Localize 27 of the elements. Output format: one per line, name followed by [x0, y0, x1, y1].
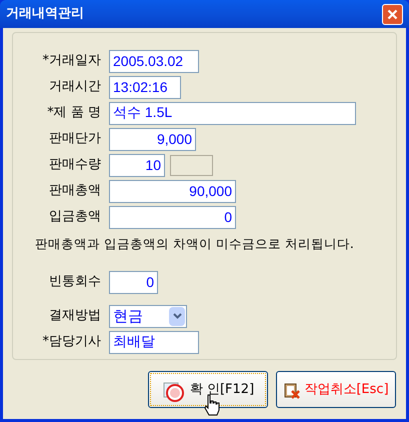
field-label: 거래시간	[48, 78, 101, 96]
text-field[interactable]: 10	[109, 154, 165, 176]
text-field[interactable]: 0	[109, 206, 236, 228]
field-label: *제 품 명	[46, 104, 101, 122]
field-label: *거래일자	[42, 52, 101, 70]
field-label: 판매수량	[48, 156, 101, 174]
field-label: *담당기사	[42, 333, 101, 352]
title-bar: 거래내역관리	[0, 0, 409, 28]
hand-cursor-icon	[204, 394, 220, 416]
text-field[interactable]: 석수 1.5L	[109, 102, 356, 124]
field-label: 결재방법	[48, 307, 101, 326]
text-field[interactable]: 90,000	[109, 180, 236, 202]
payment-dropdown[interactable]: 현금	[109, 304, 187, 328]
text-field[interactable]: 2005.03.02	[109, 50, 199, 72]
info-text: 판매총액과 입금총액의 차액이 미수금으로 처리됩니다.	[35, 234, 354, 253]
field-label: 입금총액	[48, 208, 101, 226]
close-button[interactable]	[382, 4, 403, 24]
clipboard-cancel-icon	[283, 380, 302, 398]
field-label: 판매단가	[48, 130, 101, 148]
text-field[interactable]: 0	[109, 270, 158, 294]
field-label: 빈통회수	[48, 273, 101, 292]
text-field[interactable]: 최배달	[109, 330, 199, 354]
text-field[interactable]: 13:02:16	[109, 76, 181, 98]
close-icon	[387, 8, 398, 20]
text-field[interactable]: 9,000	[109, 128, 196, 150]
cancel-button[interactable]: 작업취소[Esc]	[276, 371, 396, 408]
field-label: 판매총액	[48, 182, 101, 200]
